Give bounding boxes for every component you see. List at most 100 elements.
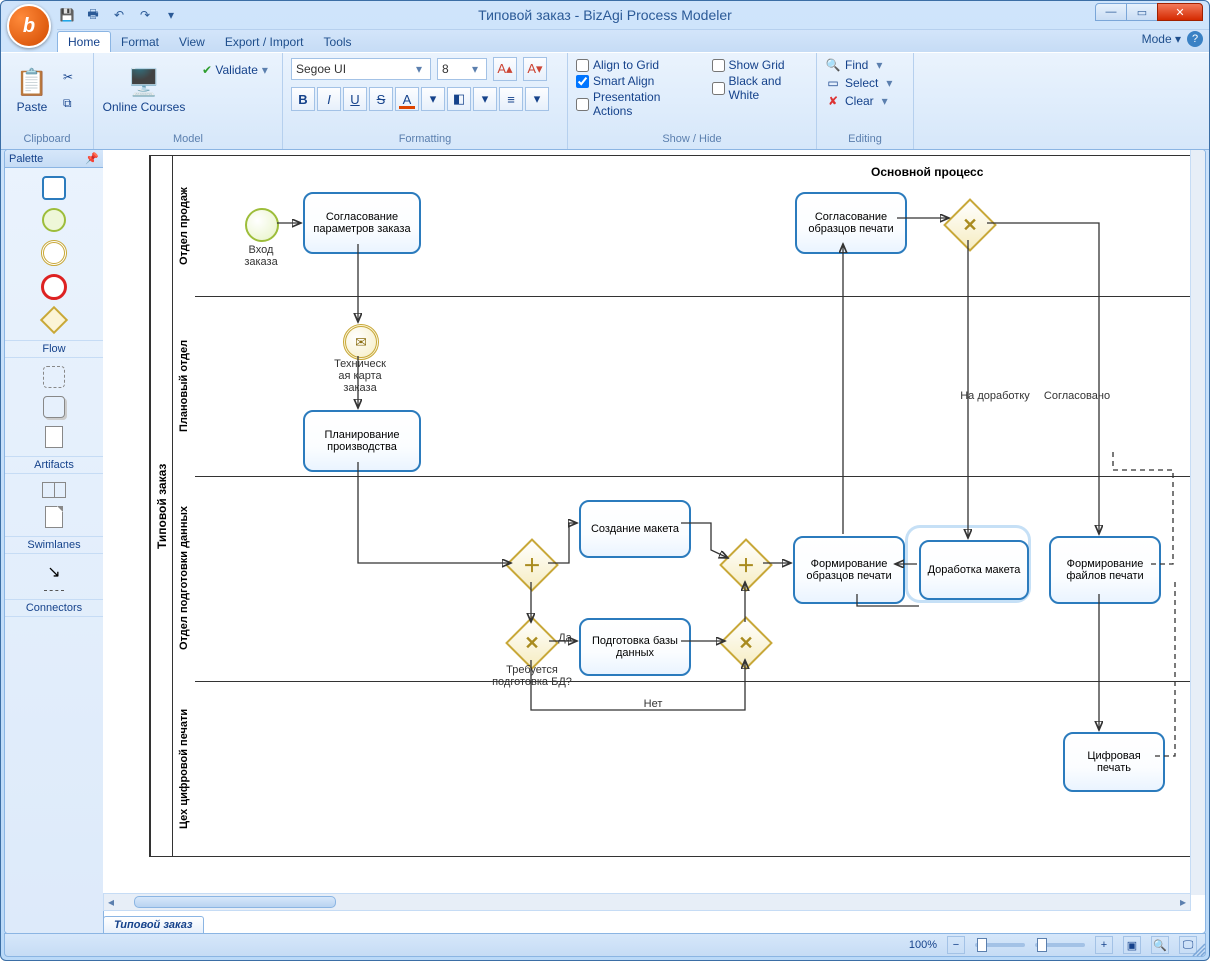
minimize-button[interactable]: — <box>1095 3 1127 21</box>
palette-group-shape[interactable] <box>42 482 66 498</box>
close-button[interactable]: ✕ <box>1157 3 1203 21</box>
resize-grip-icon[interactable] <box>1191 942 1207 958</box>
palette-task-shape[interactable] <box>42 176 66 200</box>
font-grow-button[interactable]: A▴ <box>493 57 517 81</box>
copy-button[interactable]: ⧉ <box>61 94 75 113</box>
gateway-bd-label: Требуется подготовка БД? <box>491 664 573 688</box>
palette-start-event-shape[interactable] <box>42 208 66 232</box>
palette-gateway-shape[interactable] <box>40 306 68 334</box>
vertical-scrollbar[interactable] <box>1190 150 1205 895</box>
window-title: Типовой заказ - BizAgi Process Modeler <box>1 1 1209 29</box>
palette-subprocess-shape[interactable] <box>43 366 65 388</box>
task-rework-layout[interactable]: Доработка макета <box>919 540 1029 600</box>
maximize-button[interactable]: ▭ <box>1126 3 1158 21</box>
bold-button[interactable]: B <box>291 87 315 111</box>
font-name-combo[interactable]: Segoe UI▾ <box>291 58 431 80</box>
doc-tab-order[interactable]: Типовой заказ <box>103 916 204 933</box>
online-courses-button[interactable]: 🖥️ Online Courses <box>102 57 186 123</box>
select-button[interactable]: ▭Select▾ <box>825 75 905 91</box>
cut-button[interactable]: ✂ <box>61 68 75 86</box>
lane-print-shop[interactable]: Цех цифровой печати <box>172 681 1190 856</box>
qat-dropdown-icon[interactable]: ▾ <box>161 5 181 25</box>
palette-sequence-flow[interactable]: ↘ <box>47 562 60 582</box>
canvas-viewport[interactable]: Основной процесс Типовой заказ Отдел про… <box>103 150 1205 895</box>
palette-intermediate-event-shape[interactable] <box>41 240 67 266</box>
save-icon[interactable]: 💾 <box>57 5 77 25</box>
zoom-out-button[interactable]: − <box>947 936 965 954</box>
italic-button[interactable]: I <box>317 87 341 111</box>
palette-dataobject-shape[interactable] <box>45 426 63 448</box>
mode-dropdown[interactable]: Mode ▾ <box>1142 32 1181 46</box>
palette-cat-flow[interactable]: Flow <box>5 340 103 358</box>
tab-home[interactable]: Home <box>57 31 111 52</box>
diagram-canvas[interactable]: Основной процесс Типовой заказ Отдел про… <box>113 150 1193 890</box>
palette-cat-swimlanes[interactable]: Swimlanes <box>5 536 103 554</box>
cut-icon: ✂ <box>63 70 73 84</box>
font-color-dropdown[interactable]: ▾ <box>421 87 445 111</box>
validate-button[interactable]: ✔ Validate ▾ <box>200 61 274 79</box>
strike-button[interactable]: S <box>369 87 393 111</box>
redo-icon[interactable]: ↷ <box>135 5 155 25</box>
palette-title[interactable]: Palette 📌 <box>5 150 103 168</box>
tab-format[interactable]: Format <box>111 32 169 52</box>
clear-button[interactable]: ✘Clear▾ <box>825 93 905 109</box>
intermediate-message-event[interactable]: ✉ <box>343 324 379 360</box>
print-icon[interactable]: 🖶 <box>83 5 103 25</box>
hscroll-thumb[interactable] <box>134 896 336 908</box>
content-area: Palette 📌 Flow Artifacts Swimlanes <box>4 149 1206 934</box>
undo-icon[interactable]: ↶ <box>109 5 129 25</box>
palette-annotation-shape[interactable] <box>45 506 63 528</box>
task-form-samples[interactable]: Формирование образцов печати <box>793 536 905 604</box>
scroll-left-icon[interactable]: ◂ <box>104 895 118 909</box>
palette-cat-artifacts[interactable]: Artifacts <box>5 456 103 474</box>
task-form-files[interactable]: Формирование файлов печати <box>1049 536 1161 604</box>
start-event[interactable] <box>245 208 279 242</box>
smart-align-check[interactable]: Smart Align <box>576 73 694 89</box>
tab-view[interactable]: View <box>169 32 215 52</box>
task-agree-samples[interactable]: Согласование образцов печати <box>795 192 907 254</box>
fill-color-button[interactable]: ◧ <box>447 87 471 111</box>
horizontal-scrollbar[interactable]: ◂ ▸ <box>103 893 1191 911</box>
zoom-slider[interactable] <box>975 943 1025 947</box>
font-shrink-button[interactable]: A▾ <box>523 57 547 81</box>
underline-button[interactable]: U <box>343 87 367 111</box>
app-menu-button[interactable]: b <box>7 4 51 48</box>
fit-page-button[interactable]: ▣ <box>1123 936 1141 954</box>
zoom-in-button[interactable]: + <box>1095 936 1113 954</box>
lane-sales-label: Отдел продаж <box>172 156 195 296</box>
font-color-button[interactable]: A <box>395 87 419 111</box>
lane-planning-label: Плановый отдел <box>172 296 195 476</box>
palette-cat-connectors[interactable]: Connectors <box>5 599 103 617</box>
online-courses-label: Online Courses <box>103 100 186 114</box>
task-digital-print[interactable]: Цифровая печать <box>1063 732 1165 792</box>
help-icon[interactable]: ? <box>1187 31 1203 47</box>
group-formatting: Segoe UI▾ 8▾ A▴ A▾ B I U S A ▾ ◧ ▾ ≡ ▾ <box>283 53 568 149</box>
scroll-right-icon[interactable]: ▸ <box>1176 895 1190 909</box>
tab-tools[interactable]: Tools <box>314 32 362 52</box>
group-showhide: Align to Grid Smart Align Presentation A… <box>568 53 817 149</box>
tab-export-import[interactable]: Export / Import <box>215 32 314 52</box>
presentation-actions-check[interactable]: Presentation Actions <box>576 89 694 119</box>
window-controls: — ▭ ✕ <box>1096 3 1203 21</box>
task-agree-params[interactable]: Согласование параметров заказа <box>303 192 421 254</box>
fill-color-dropdown[interactable]: ▾ <box>473 87 497 111</box>
palette-message-flow[interactable] <box>44 590 64 591</box>
task-prepare-db[interactable]: Подготовка базы данных <box>579 618 691 676</box>
quick-access-toolbar: 💾 🖶 ↶ ↷ ▾ <box>57 1 181 29</box>
show-grid-check[interactable]: Show Grid <box>712 57 808 73</box>
paste-button[interactable]: 📋 Paste <box>9 57 55 123</box>
align-to-grid-check[interactable]: Align to Grid <box>576 57 694 73</box>
align-button[interactable]: ≡ <box>499 87 523 111</box>
pin-icon[interactable]: 📌 <box>85 152 99 165</box>
zoom-slider-2[interactable] <box>1035 943 1085 947</box>
zoom-selection-button[interactable]: 🔍 <box>1151 936 1169 954</box>
group-editing-label: Editing <box>825 131 905 147</box>
task-plan-production[interactable]: Планирование производства <box>303 410 421 472</box>
palette-end-event-shape[interactable] <box>41 274 67 300</box>
align-dropdown[interactable]: ▾ <box>525 87 549 111</box>
palette-callactivity-shape[interactable] <box>43 396 65 418</box>
task-create-layout[interactable]: Создание макета <box>579 500 691 558</box>
find-button[interactable]: 🔍Find▾ <box>825 57 905 73</box>
font-size-combo[interactable]: 8▾ <box>437 58 487 80</box>
black-and-white-check[interactable]: Black and White <box>712 73 808 103</box>
